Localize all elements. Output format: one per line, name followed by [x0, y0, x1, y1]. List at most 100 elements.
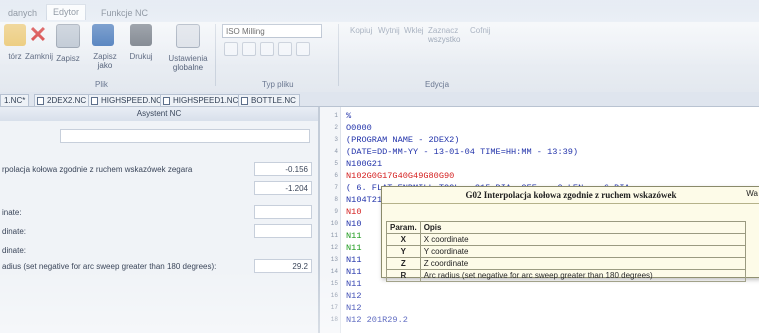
file-icon [37, 97, 44, 105]
doc-tab[interactable]: HIGHSPEED1.NC [160, 94, 243, 106]
line-number: 16 [330, 292, 338, 299]
code-line[interactable]: 17 N12 [320, 303, 759, 314]
param-value-field[interactable] [254, 224, 312, 238]
line-number: 7 [334, 184, 338, 191]
code-line[interactable]: 3 (PROGRAM NAME - 2DEX2) [320, 135, 759, 146]
tab-danych[interactable]: danych [2, 6, 43, 20]
code-text: N11 [346, 267, 362, 277]
table-row: YY coordinate [386, 245, 747, 258]
code-text: N11 [346, 231, 362, 241]
line-number: 2 [334, 124, 338, 131]
doc-tab[interactable]: BOTTLE.NC [238, 94, 300, 106]
cut-button[interactable]: Wytnij [378, 26, 400, 35]
settings-button[interactable]: Ustawienia globalne [168, 24, 208, 72]
code-text: N12 201R29.2 [346, 315, 408, 325]
code-line[interactable]: 1% [320, 111, 759, 122]
code-text: N12 [346, 303, 362, 313]
line-number: 9 [334, 208, 338, 215]
table-row: ZZ coordinate [386, 257, 747, 270]
tab-edytor[interactable]: Edytor [46, 4, 87, 20]
code-text: N10 [346, 207, 362, 217]
undo-button[interactable]: Cofnij [470, 26, 490, 35]
print-button[interactable]: Drukuj [128, 24, 154, 61]
file-type-button[interactable] [296, 42, 310, 56]
line-number: 12 [330, 244, 338, 251]
code-line[interactable]: 16 N12 [320, 291, 759, 302]
ribbon: danych Edytor Funkcje NC tórz ✕ Zamknij … [0, 0, 759, 93]
table-header: Param. Opis [386, 221, 747, 234]
code-text: N100G21 [346, 159, 383, 169]
doc-tab[interactable]: HIGHSPEED.NC [88, 94, 166, 106]
group-edycja-label: Edycja [425, 80, 450, 89]
settings-icon [176, 24, 200, 48]
line-number: 13 [330, 256, 338, 263]
tab-funkcje-nc[interactable]: Funkcje NC [95, 6, 154, 20]
param-value-field[interactable] [254, 205, 312, 219]
param-value-field[interactable]: -1.204 [254, 181, 312, 195]
code-line[interactable]: 5 N100G21 [320, 159, 759, 170]
save-button[interactable]: Zapisz [55, 24, 81, 63]
paste-button[interactable]: Wklej [404, 26, 424, 35]
open-folder-icon [4, 24, 26, 46]
file-type-button[interactable] [224, 42, 238, 56]
file-type-button[interactable] [278, 42, 292, 56]
nc-assistant-panel: Asystent NC rpolacja kołowa zgodnie z ru… [0, 107, 320, 333]
doc-tab[interactable]: 1.NC* [0, 94, 30, 106]
print-icon [130, 24, 152, 46]
line-number: 18 [330, 316, 338, 323]
divider [215, 24, 216, 86]
file-type-button[interactable] [260, 42, 274, 56]
line-number: 17 [330, 304, 338, 311]
close-button[interactable]: ✕ Zamknij [25, 22, 53, 62]
panel-title: Asystent NC [0, 107, 318, 121]
copy-button[interactable]: Kopiuj [350, 26, 372, 35]
tooltip-wa: Wa [746, 189, 758, 198]
line-number: 4 [334, 148, 338, 155]
param-value-field[interactable]: -0.156 [254, 162, 312, 176]
line-number: 8 [334, 196, 338, 203]
header-param: Param. [386, 221, 421, 234]
code-text: N11 [346, 255, 362, 265]
file-icon [91, 97, 98, 105]
code-line[interactable]: 18 N12 201R29.2 [320, 315, 759, 326]
code-line[interactable]: 4 (DATE=DD-MM-YY - 13-01-04 TIME=HH:MM - … [320, 147, 759, 158]
header-opis: Opis [419, 221, 747, 234]
ribbon-tabs: danych Edytor Funkcje NC [0, 0, 759, 22]
parameters-table: Param. Opis XX coordinate YY coordinate … [386, 221, 747, 282]
group-plik-label: Plik [95, 80, 108, 89]
doc-tab[interactable]: 2DEX2.NC [34, 94, 91, 106]
code-line[interactable]: 2 O0000 [320, 123, 759, 134]
line-number: 6 [334, 172, 338, 179]
divider [338, 24, 339, 86]
code-text: N10 [346, 219, 362, 229]
group-typ-pliku-label: Typ pliku [262, 80, 294, 89]
line-number: 5 [334, 160, 338, 167]
save-as-button[interactable]: Zapisz jako [90, 24, 117, 70]
file-type-button[interactable] [242, 42, 256, 56]
line-number: 14 [330, 268, 338, 275]
code-text: (PROGRAM NAME - 2DEX2) [346, 135, 460, 145]
save-icon [56, 24, 80, 48]
table-row: R Arc radius (set negative for arc sweep … [386, 269, 747, 282]
line-number: 3 [334, 136, 338, 143]
table-row: XX coordinate [386, 233, 747, 246]
param-value-field[interactable]: 29.2 [254, 259, 312, 273]
line-number: 11 [330, 232, 338, 239]
code-tooltip: G02 Interpolacja kołowa zgodnie z ruchem… [381, 186, 759, 282]
code-text: O0000 [346, 123, 372, 133]
document-tabs: 1.NC* 2DEX2.NC HIGHSPEED.NC HIGHSPEED1.N… [0, 92, 759, 107]
select-all-button[interactable]: Zaznacz wszystko [428, 26, 464, 44]
code-text: N12 [346, 291, 362, 301]
machine-type-select[interactable]: ISO Milling [222, 24, 322, 38]
file-icon [241, 97, 248, 105]
command-field[interactable] [60, 129, 310, 143]
code-line[interactable]: 6 N102G0G17G40G49G80G90 [320, 171, 759, 182]
line-number: 15 [330, 280, 338, 287]
close-icon: ✕ [28, 22, 48, 47]
tooltip-title: G02 Interpolacja kołowa zgodnie z ruchem… [382, 187, 759, 204]
save-as-icon [92, 24, 114, 46]
code-text: N11 [346, 243, 362, 253]
code-text: N11 [346, 279, 362, 289]
code-text: % [346, 111, 352, 121]
code-text: N102G0G17G40G49G80G90 [346, 171, 455, 181]
